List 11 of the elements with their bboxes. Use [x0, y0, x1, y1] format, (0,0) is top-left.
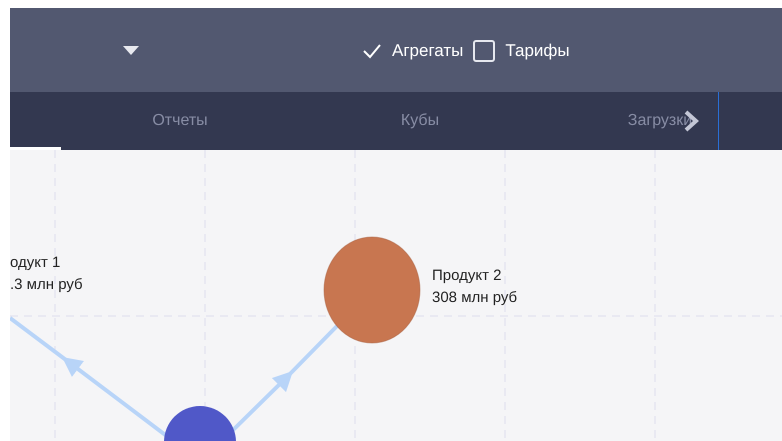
node-name: Продукт 2	[432, 266, 502, 286]
node-value: 308 млн руб	[432, 288, 518, 308]
dropdown-caret-icon[interactable]	[123, 46, 139, 56]
checkbox-label[interactable]: Тарифы	[505, 38, 570, 64]
node-value: .3 млн руб	[10, 275, 83, 295]
node-name: одукт 1	[10, 253, 62, 273]
tab[interactable]: Кубы	[300, 92, 540, 150]
tab[interactable]: Загрузки	[540, 92, 780, 150]
checkbox-label[interactable]: Агрегаты	[392, 38, 464, 64]
tab[interactable]: Отчеты	[60, 92, 300, 150]
checkbox[interactable]	[473, 40, 496, 62]
